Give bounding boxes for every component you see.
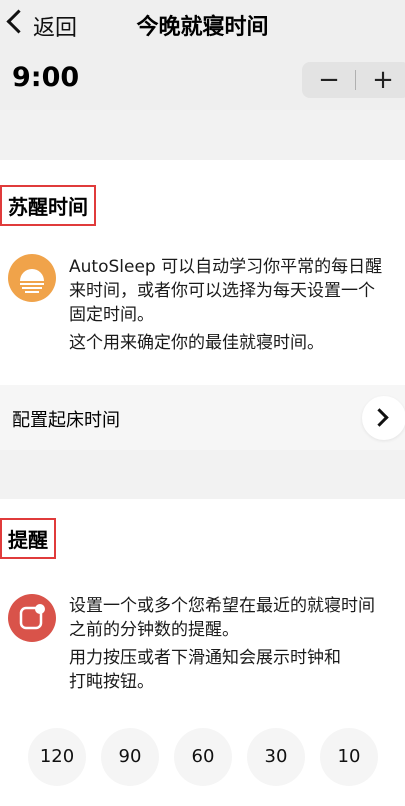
reminder-option-90[interactable]: 90 [101,728,159,786]
configure-wake-time-label: 配置起床时间 [12,410,120,431]
bedtime-row: 9:00 − + [0,50,405,110]
wake-desc-line-3: 固定时间。 [69,305,154,325]
reminder-option-120[interactable]: 120 [28,728,86,786]
reminder-desc-line-1: 设置一个或多个您希望在最近的就寝时间 [69,596,375,616]
wake-desc-line-2: 来时间，或者你可以选择为每天设置一个 [69,281,375,301]
configure-wake-time-button[interactable] [362,396,405,440]
page-title: 今晚就寝时间 [136,15,269,40]
increment-button[interactable]: + [356,62,405,98]
navigation-bar: 返回 今晚就寝时间 [0,0,405,50]
wake-time-description: AutoSleep 可以自动学习你平常的每日醒 来时间，或者你可以选择为每天设置… [69,255,405,355]
reminder-desc-line-4: 打盹按钮。 [69,672,154,692]
reminder-heading: 提醒 [0,518,56,559]
chevron-right-icon [370,408,389,427]
reminder-desc-line-3: 用力按压或者下滑通知会展示时钟和 [69,648,341,668]
configure-wake-time-row[interactable]: 配置起床时间 [0,385,405,450]
reminder-desc-line-2: 之前的分钟数的提醒。 [69,620,239,640]
wake-time-heading: 苏醒时间 [0,185,96,226]
reminder-option-10[interactable]: 10 [320,728,378,786]
decrement-button[interactable]: − [302,62,356,98]
notification-glyph-icon [19,604,45,630]
reminder-icon [8,594,56,642]
time-stepper: − + [302,62,405,98]
reminder-option-30[interactable]: 30 [247,728,305,786]
wake-desc-line-1: AutoSleep 可以自动学习你平常的每日醒 [69,257,383,277]
bedtime-value: 9:00 [12,62,80,93]
reminder-description: 设置一个或多个您希望在最近的就寝时间 之前的分钟数的提醒。 用力按压或者下滑通知… [69,594,405,694]
wake-time-card: 苏醒时间 AutoSleep 可以自动学习你平常的每日醒 来时间，或者你可以选择… [0,160,405,385]
reminder-option-60[interactable]: 60 [174,728,232,786]
wake-desc-line-4: 这个用来确定你的最佳就寝时间。 [69,333,324,353]
sunset-glyph-icon [20,269,44,293]
sun-icon [8,254,56,302]
